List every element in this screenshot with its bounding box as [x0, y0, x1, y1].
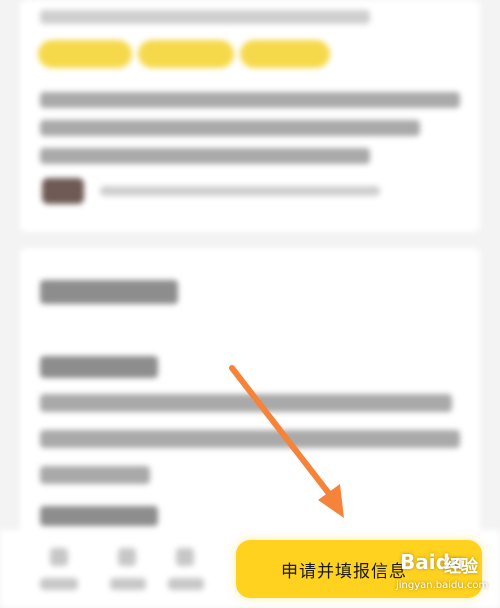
text-line	[40, 92, 460, 108]
bottom-icon-label	[110, 578, 146, 590]
header-text	[40, 10, 370, 24]
text-line	[40, 120, 420, 136]
tag	[240, 40, 330, 68]
tag	[38, 40, 132, 68]
bottom-icon-label	[168, 578, 204, 590]
text-line	[40, 430, 460, 448]
watermark-product: 经验	[444, 557, 478, 577]
text-line	[40, 394, 452, 412]
meta-text	[100, 186, 380, 196]
section-title	[40, 280, 178, 304]
baidu-watermark: Baidu 经验 jingyan.baidu.com	[392, 548, 500, 604]
subheading	[40, 506, 158, 526]
article-card	[20, 0, 480, 232]
avatar	[42, 178, 84, 204]
text-line	[40, 148, 370, 164]
bottom-icon	[50, 548, 68, 566]
subheading	[40, 356, 158, 378]
text-line	[40, 466, 150, 484]
watermark-url: jingyan.baidu.com	[396, 580, 489, 591]
tag	[138, 40, 234, 68]
bottom-icon	[176, 548, 194, 566]
bottom-icon-label	[40, 578, 78, 590]
bottom-icon	[118, 548, 136, 566]
